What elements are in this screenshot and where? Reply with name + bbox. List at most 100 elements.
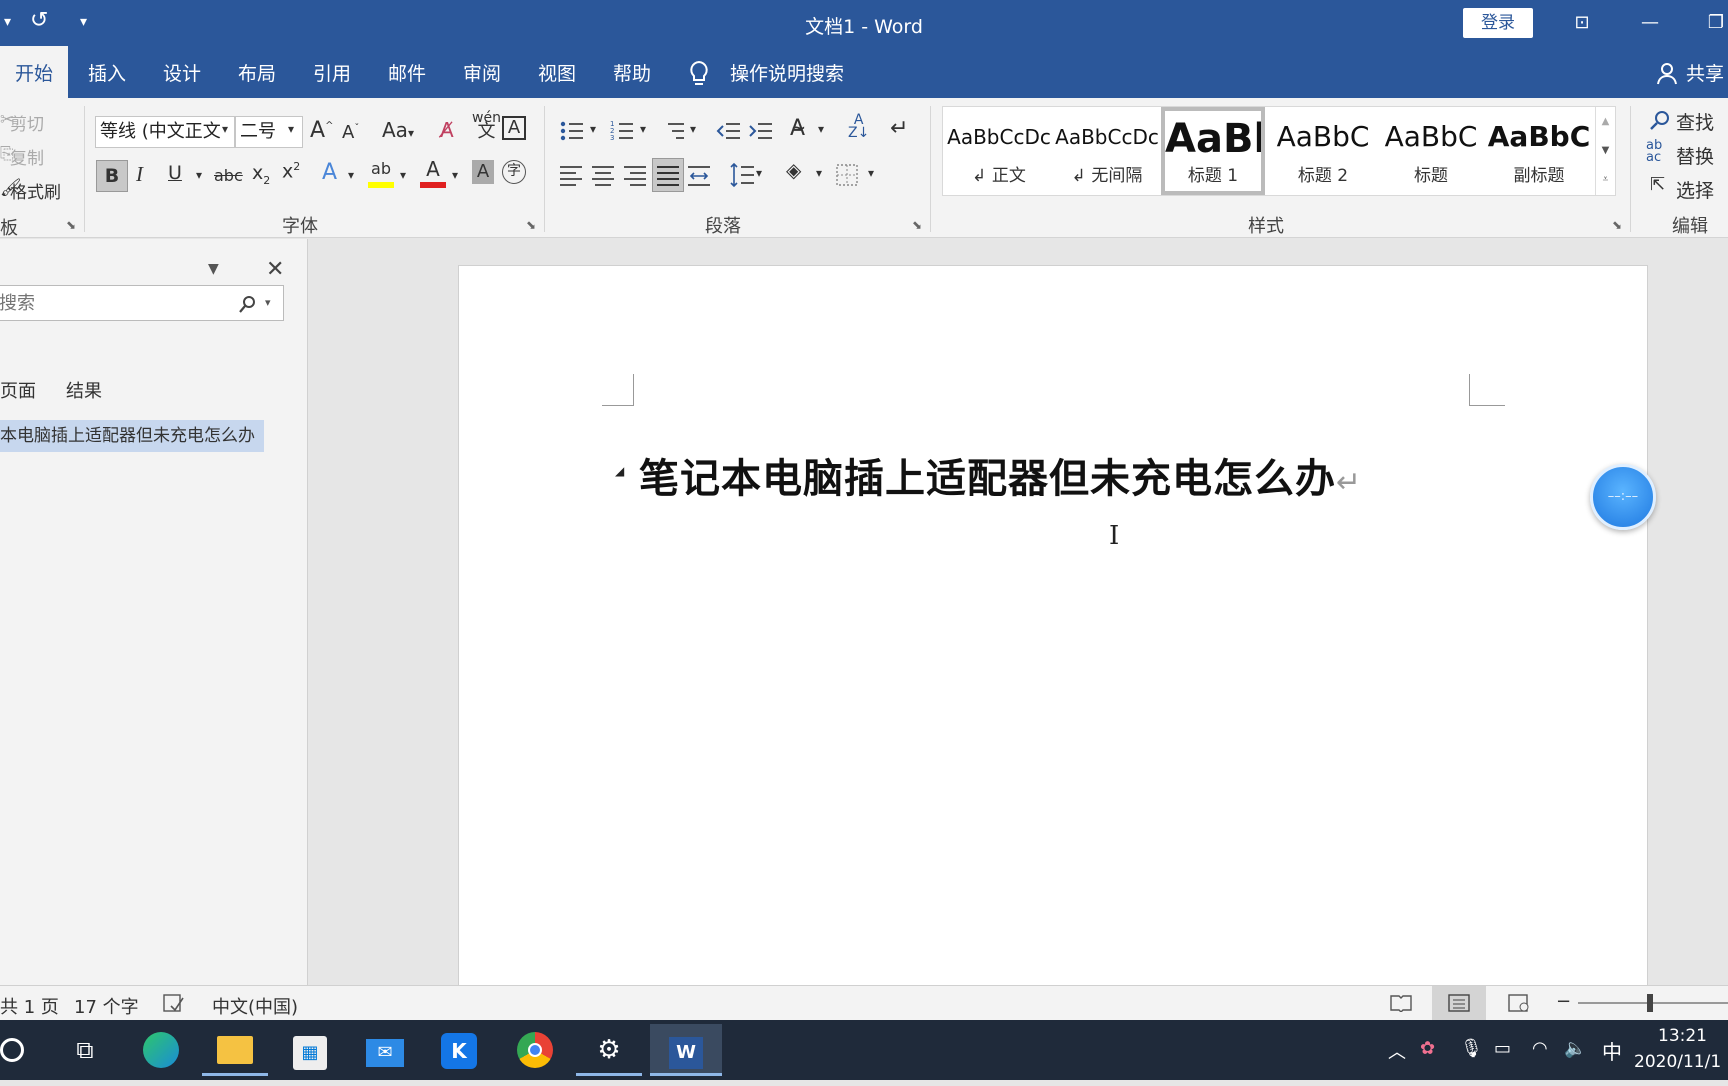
tab-mailings[interactable]: 邮件 (388, 46, 426, 98)
align-right-icon[interactable] (624, 164, 646, 186)
tab-help[interactable]: 帮助 (613, 46, 651, 98)
restore-button[interactable]: ❐ (1690, 0, 1728, 46)
show-formatting-marks-icon[interactable]: ↵ (890, 116, 908, 141)
borders-icon[interactable] (836, 164, 858, 186)
microphone-icon[interactable]: 🎙 (1460, 1038, 1483, 1059)
tab-view[interactable]: 视图 (538, 46, 576, 98)
style-normal[interactable]: AaBbCcDc ↲ 正文 (945, 107, 1053, 195)
task-view-icon[interactable]: ⧉ (52, 1024, 118, 1076)
word-app-icon[interactable]: W (650, 1024, 722, 1076)
shading-dropdown-icon[interactable]: ▾ (816, 166, 822, 180)
decrease-indent-icon[interactable] (716, 120, 740, 142)
copy-button[interactable]: 复制 (10, 144, 44, 169)
multilevel-dropdown-icon[interactable]: ▾ (690, 122, 696, 136)
print-layout-button[interactable] (1432, 986, 1486, 1020)
shrink-font-icon[interactable]: Aˇ (342, 122, 359, 143)
tray-flower-app-icon[interactable]: ✿ (1420, 1038, 1435, 1059)
k-app-icon[interactable]: K (426, 1024, 492, 1076)
tab-insert[interactable]: 插入 (88, 46, 126, 98)
share-button[interactable]: 共享 (1686, 46, 1724, 98)
tab-home[interactable]: 开始 (0, 46, 68, 98)
character-border-icon[interactable]: A (502, 116, 526, 140)
numbering-dropdown-icon[interactable]: ▾ (640, 122, 646, 136)
strikethrough-button[interactable]: abc (214, 166, 243, 185)
shading-icon[interactable]: ◈ (786, 158, 801, 182)
microsoft-store-icon[interactable]: ▦ (277, 1024, 343, 1076)
replace-button[interactable]: 替换 (1676, 142, 1714, 169)
underline-button[interactable]: U (168, 162, 182, 184)
clipboard-launcher-icon[interactable]: ⬊ (66, 218, 76, 232)
styles-scroll-down-icon[interactable]: ▼ (1596, 136, 1615, 165)
clock-date[interactable]: 2020/11/1 (1634, 1052, 1721, 1072)
multilevel-list-icon[interactable] (660, 120, 686, 142)
undo-dropdown-icon[interactable]: ▾ (4, 14, 11, 30)
bullets-icon[interactable] (560, 120, 584, 142)
zoom-slider[interactable] (1578, 1002, 1728, 1004)
grow-font-icon[interactable]: A^ (310, 118, 333, 143)
asian-layout-icon[interactable]: A̴ (790, 116, 805, 141)
justify-button[interactable] (652, 158, 684, 192)
align-left-icon[interactable] (560, 164, 582, 186)
subscript-icon[interactable]: x2 (252, 162, 270, 187)
text-effects-icon[interactable]: A (322, 160, 337, 185)
phonetic-guide-icon[interactable]: wén 文 (472, 111, 501, 141)
share-person-icon[interactable] (1656, 62, 1678, 86)
line-spacing-dropdown-icon[interactable]: ▾ (756, 166, 762, 180)
login-button[interactable]: 登录 (1463, 8, 1533, 38)
character-shading-icon[interactable]: A (472, 160, 494, 184)
close-icon[interactable]: ✕ (266, 257, 284, 282)
text-effects-dropdown-icon[interactable]: ▾ (348, 168, 354, 182)
chrome-icon[interactable] (502, 1024, 568, 1076)
asian-layout-dropdown-icon[interactable]: ▾ (818, 122, 824, 136)
highlight-dropdown-icon[interactable]: ▾ (400, 168, 406, 182)
minimize-button[interactable]: — (1624, 0, 1676, 46)
customize-quick-access-icon[interactable]: ▾ (80, 14, 87, 30)
proofing-check-icon[interactable] (163, 994, 185, 1012)
read-mode-icon[interactable] (1390, 994, 1412, 1012)
nav-search-box[interactable]: ▾ (0, 285, 284, 321)
change-case-icon[interactable]: Aa▾ (382, 118, 414, 142)
styles-scroll-up-icon[interactable]: ▲ (1596, 107, 1615, 136)
align-center-icon[interactable] (592, 164, 614, 186)
superscript-icon[interactable]: x2 (282, 160, 300, 182)
clock-time[interactable]: 13:21 (1658, 1026, 1707, 1046)
numbering-icon[interactable]: 123 (610, 120, 634, 142)
bold-button[interactable]: B (96, 160, 128, 192)
mail-icon[interactable]: ✉ (352, 1024, 418, 1076)
styles-more-icon[interactable]: ⩡ (1596, 165, 1615, 194)
nav-search-input[interactable] (0, 286, 229, 320)
tab-review[interactable]: 审阅 (463, 46, 501, 98)
tab-references[interactable]: 引用 (313, 46, 351, 98)
sort-icon[interactable]: A Z↓ (848, 113, 869, 140)
font-launcher-icon[interactable]: ⬊ (526, 218, 536, 232)
paragraph-launcher-icon[interactable]: ⬊ (912, 218, 922, 232)
nav-tab-results[interactable]: 结果 (66, 377, 102, 403)
line-spacing-icon[interactable] (730, 162, 754, 188)
wifi-icon[interactable]: ◠ (1532, 1038, 1548, 1059)
floating-assistant-button[interactable]: ––:–– (1590, 464, 1656, 530)
borders-dropdown-icon[interactable]: ▾ (868, 166, 874, 180)
format-painter-button[interactable]: 格式刷 (10, 178, 61, 203)
word-count[interactable]: 17 个字 (74, 993, 139, 1019)
style-no-spacing[interactable]: AaBbCcDc ↲ 无间隔 (1053, 107, 1161, 195)
bullets-dropdown-icon[interactable]: ▾ (590, 122, 596, 136)
document-heading[interactable]: 笔记本电脑插上适配器但未充电怎么办↵ (639, 446, 1362, 504)
collapse-heading-icon[interactable]: ◢ (615, 464, 624, 478)
styles-launcher-icon[interactable]: ⬊ (1612, 218, 1622, 232)
settings-gear-icon[interactable]: ⚙ (576, 1024, 642, 1076)
font-color-dropdown-icon[interactable]: ▾ (452, 168, 458, 182)
pane-options-dropdown-icon[interactable]: ▼ (208, 261, 219, 277)
underline-dropdown-icon[interactable]: ▾ (196, 168, 202, 182)
italic-button[interactable]: I (136, 162, 143, 187)
style-heading-2[interactable]: AaBbC 标题 2 (1269, 107, 1377, 195)
language-indicator[interactable]: 中文(中国) (212, 993, 298, 1019)
increase-indent-icon[interactable] (748, 120, 772, 142)
web-layout-icon[interactable] (1508, 994, 1530, 1012)
font-color-icon[interactable]: A (420, 156, 446, 188)
show-hidden-icons-chevron-icon[interactable]: ︿ (1388, 1038, 1406, 1064)
font-name-combo[interactable]: 等线 (中文正文 (95, 116, 235, 148)
style-title[interactable]: AaBbC 标题 (1377, 107, 1485, 195)
style-subtitle[interactable]: AaBbC 副标题 (1485, 107, 1593, 195)
battery-icon[interactable]: ▭ (1494, 1038, 1511, 1059)
search-options-icon[interactable]: ▾ (265, 296, 271, 309)
